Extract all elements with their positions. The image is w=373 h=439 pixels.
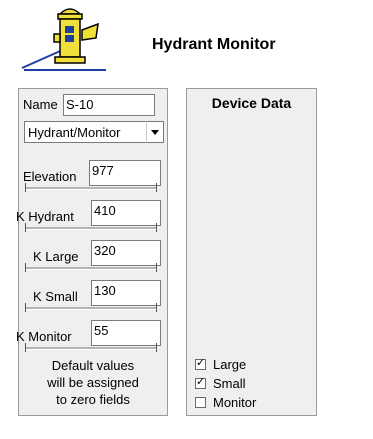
name-label: Name [23, 97, 58, 112]
page-title: Hydrant Monitor [152, 36, 276, 53]
device-data-panel: Device Data Large Small Monitor [186, 88, 317, 416]
k-monitor-slider[interactable] [25, 343, 157, 353]
small-checkbox-label: Small [213, 376, 246, 391]
k-large-label: K Large [33, 249, 79, 264]
note-line: to zero fields [56, 392, 130, 407]
k-hydrant-label: K Hydrant [16, 209, 74, 224]
k-small-label: K Small [33, 289, 78, 304]
k-hydrant-slider[interactable] [25, 223, 157, 233]
note-line: Default values [51, 358, 135, 373]
note-line: will be assigned [47, 375, 139, 390]
elevation-label: Elevation [23, 169, 77, 184]
k-monitor-label: K Monitor [16, 329, 72, 344]
monitor-checkbox[interactable] [195, 397, 206, 408]
large-checkbox[interactable] [195, 356, 206, 370]
device-data-title: Device Data [211, 95, 292, 111]
monitor-checkbox-label: Monitor [213, 395, 257, 410]
small-checkbox[interactable] [195, 375, 206, 389]
type-select[interactable]: Hydrant/Monitor [24, 121, 164, 143]
chevron-down-icon[interactable] [146, 123, 162, 141]
default-values-note: Default values will be assigned to zero … [19, 357, 167, 408]
type-select-value: Hydrant/Monitor [28, 125, 121, 140]
elevation-slider[interactable] [25, 183, 157, 193]
k-small-slider[interactable] [25, 303, 157, 313]
properties-panel: Name S-10 Hydrant/Monitor Elevation 977 … [16, 88, 168, 416]
large-checkbox-label: Large [213, 357, 247, 372]
name-field[interactable]: S-10 [63, 94, 155, 116]
k-large-slider[interactable] [25, 263, 157, 273]
hydrant-icon [21, 8, 106, 71]
